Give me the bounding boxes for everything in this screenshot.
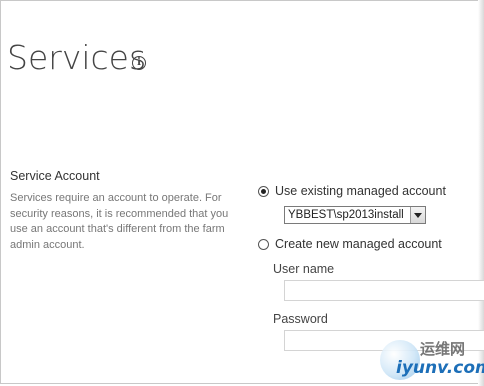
- chevron-down-icon[interactable]: [410, 207, 425, 223]
- page-title: Services: [7, 38, 147, 77]
- site-watermark: 运维网 iyunv.com: [372, 338, 484, 384]
- watermark-cn-text: 运维网: [420, 340, 466, 358]
- username-field[interactable]: [284, 280, 484, 301]
- radio-use-existing-account[interactable]: Use existing managed account: [258, 184, 446, 198]
- radio-create-new-account[interactable]: Create new managed account: [258, 237, 442, 251]
- service-account-heading: Service Account: [10, 169, 100, 183]
- info-icon[interactable]: i: [132, 56, 146, 70]
- radio-button-checked[interactable]: [258, 185, 269, 197]
- radio-button-unchecked[interactable]: [258, 238, 269, 250]
- managed-account-value: YBBEST\sp2013install: [288, 209, 404, 221]
- radio-create-new-label: Create new managed account: [275, 237, 442, 251]
- managed-account-select[interactable]: YBBEST\sp2013install: [284, 206, 426, 224]
- username-label: User name: [273, 262, 335, 276]
- radio-use-existing-label: Use existing managed account: [275, 184, 446, 198]
- watermark-en-text: iyunv.com: [396, 358, 484, 378]
- password-label: Password: [273, 312, 328, 326]
- page-edge-shadow: [478, 0, 484, 386]
- service-account-description: Services require an account to operate. …: [10, 192, 229, 251]
